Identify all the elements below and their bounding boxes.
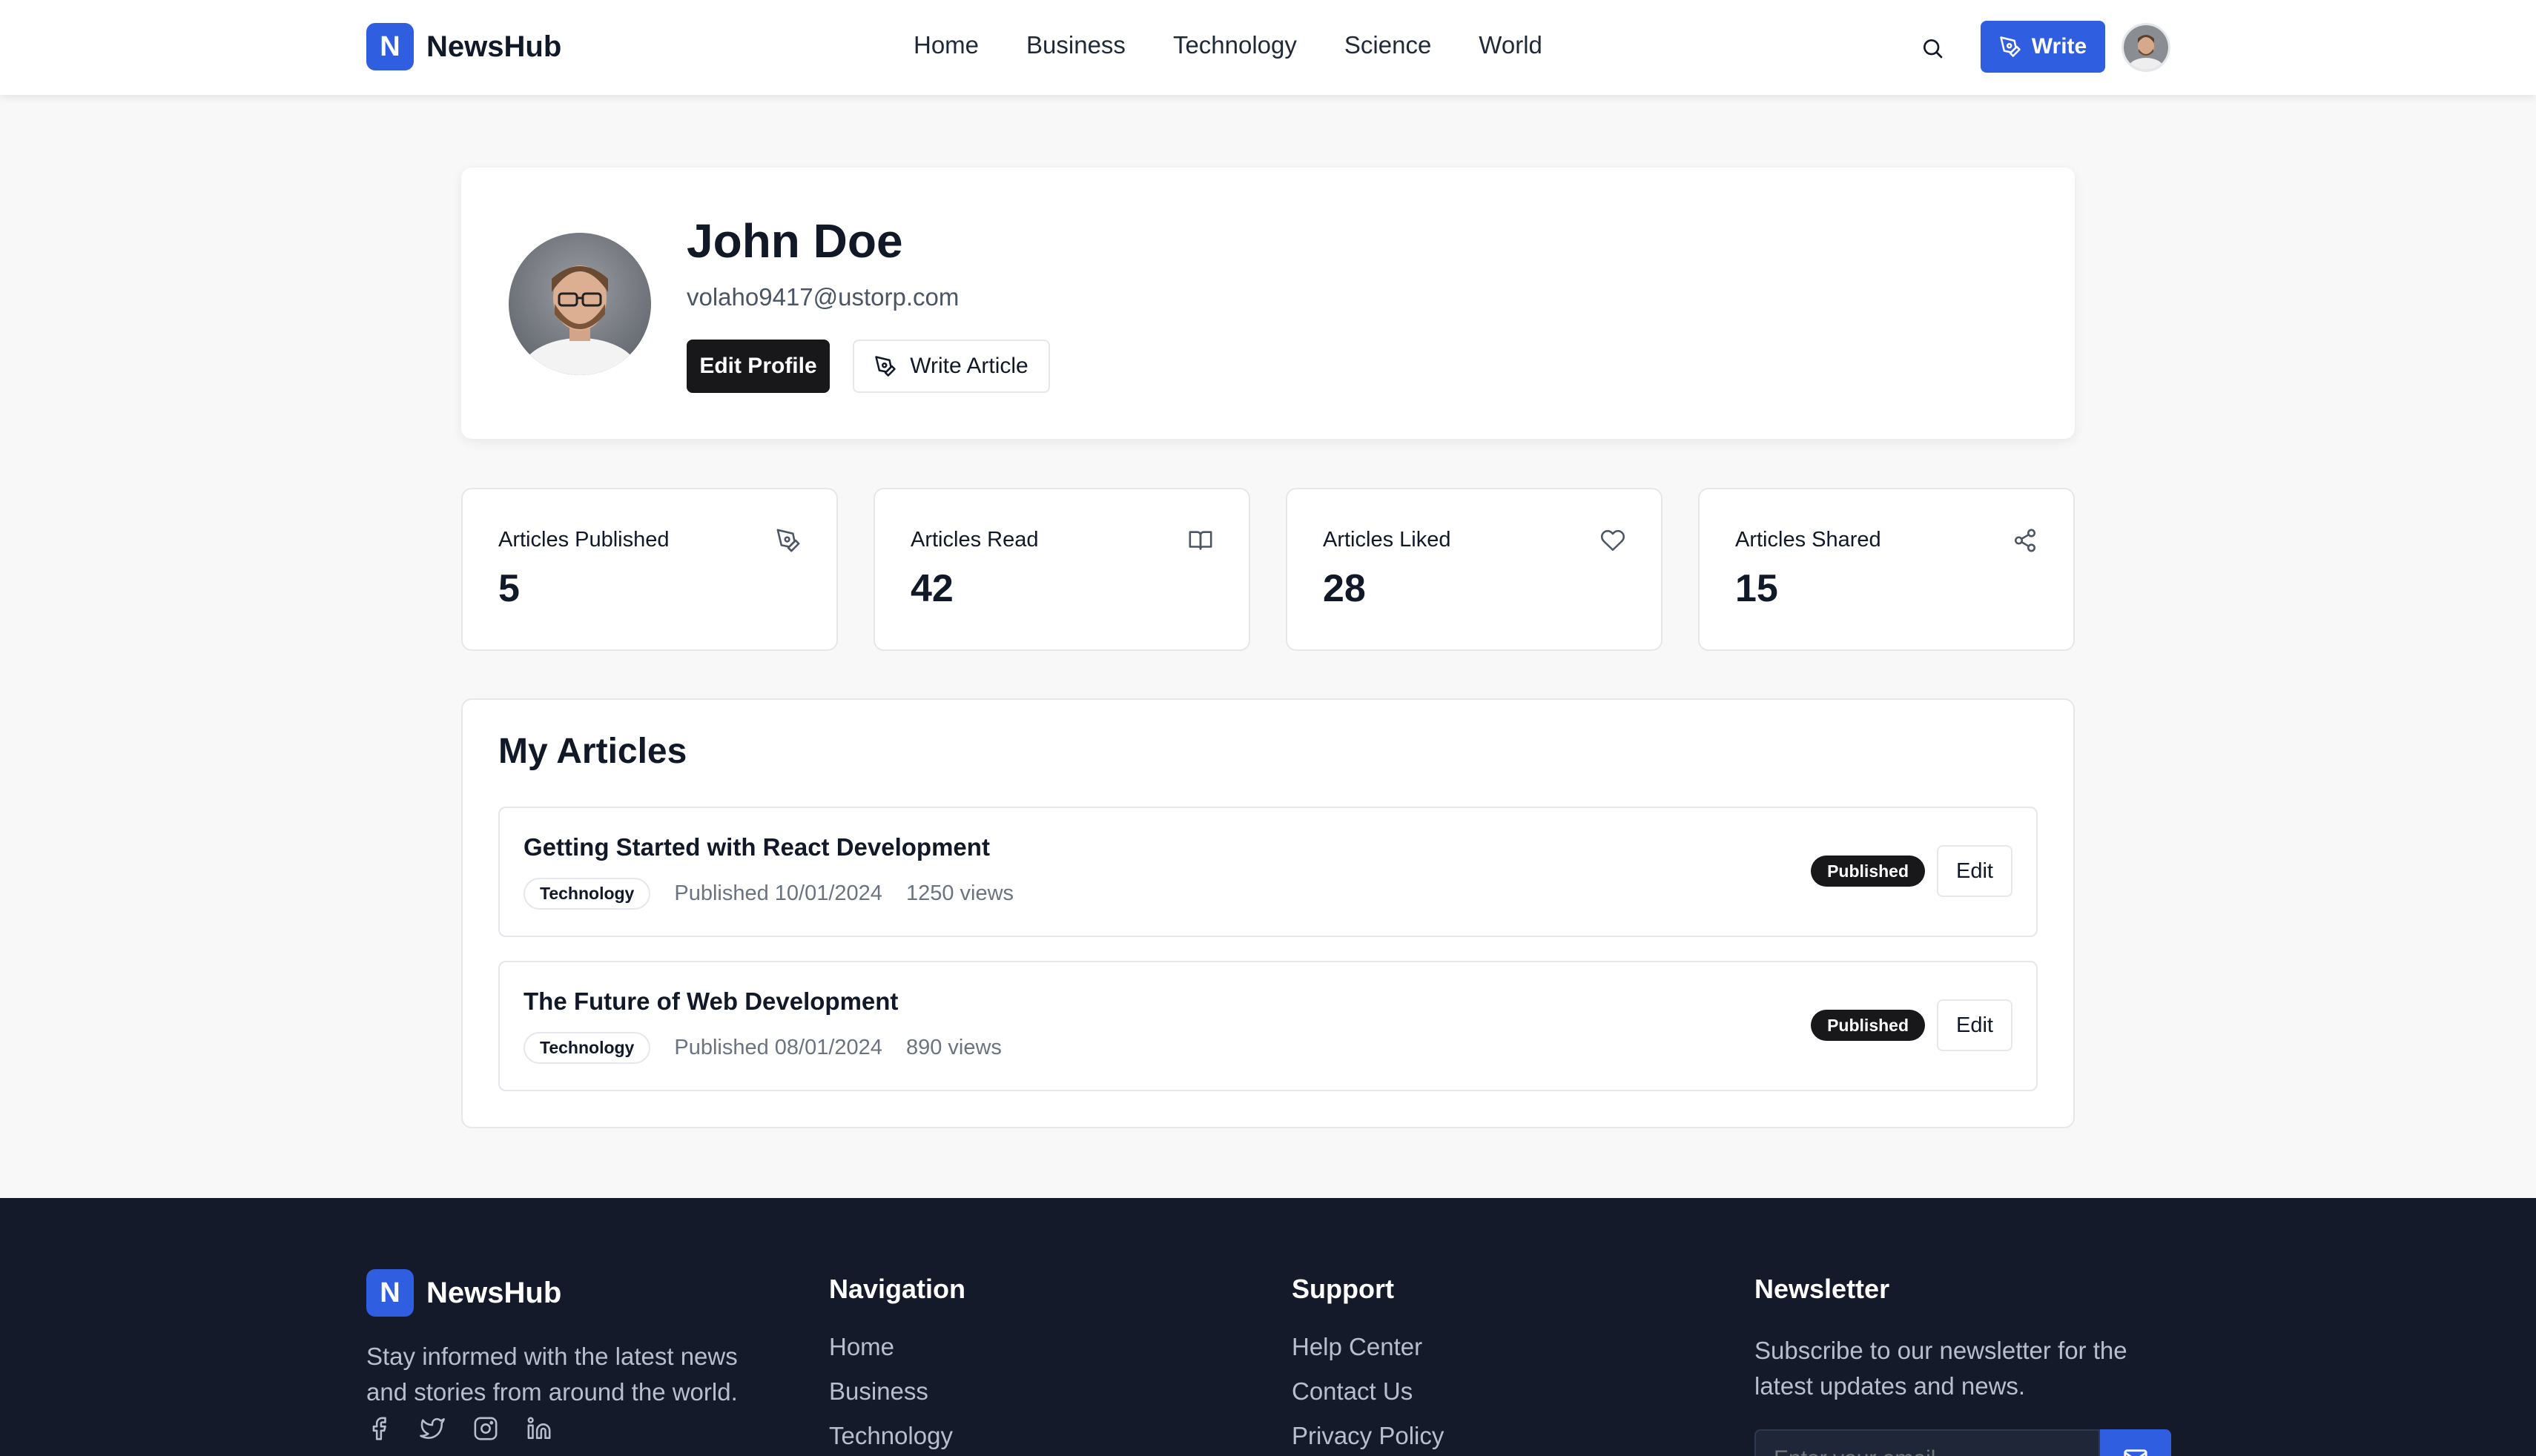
avatar-image [2124, 25, 2168, 70]
footer-heading: Navigation [829, 1274, 966, 1304]
nav-world[interactable]: World [1479, 31, 1542, 59]
top-header: N NewsHub Home Business Technology Scien… [0, 0, 2536, 95]
footer-link-technology[interactable]: Technology [829, 1422, 965, 1450]
section-title: My Articles [498, 732, 687, 771]
footer-link-contact-us[interactable]: Contact Us [1292, 1377, 1444, 1406]
published-date: Published 10/01/2024 [674, 881, 882, 905]
article-meta: Technology Published 08/01/2024 890 view… [524, 1032, 1002, 1064]
stat-articles-read: Articles Read 42 [874, 488, 1250, 651]
nav-science[interactable]: Science [1344, 31, 1431, 59]
published-date: Published 08/01/2024 [674, 1036, 882, 1059]
footer-navigation: Navigation Home Business Technology [829, 1274, 965, 1456]
profile-avatar [509, 233, 651, 375]
book-icon [1189, 531, 1212, 550]
write-button-label: Write [2031, 34, 2087, 59]
user-avatar[interactable] [2121, 23, 2170, 72]
search-icon [1924, 39, 1943, 59]
stat-value: 42 [911, 567, 954, 610]
footer-link-help-center[interactable]: Help Center [1292, 1333, 1444, 1361]
footer-description: Stay informed with the latest news and s… [366, 1343, 738, 1406]
write-article-label: Write Article [910, 354, 1028, 378]
heart-icon [1600, 529, 1625, 552]
stat-articles-liked: Articles Liked 28 [1286, 488, 1662, 651]
stat-label: Articles Read [911, 528, 1039, 552]
article-row[interactable]: The Future of Web Development Technology… [498, 961, 2038, 1091]
logo-badge: N [366, 23, 414, 70]
search-button[interactable] [1918, 33, 1947, 63]
profile-email: volaho9417@ustorp.com [687, 283, 960, 311]
logo-text: NewsHub [426, 1276, 562, 1309]
stat-value: 5 [498, 567, 520, 610]
stat-label: Articles Published [498, 528, 670, 552]
logo[interactable]: N NewsHub [366, 23, 561, 70]
twitter-icon[interactable] [420, 1416, 445, 1441]
footer-newsletter: Newsletter Subscribe to our newsletter f… [1754, 1274, 2170, 1404]
instagram-icon[interactable] [473, 1416, 498, 1441]
article-row[interactable]: Getting Started with React Development T… [498, 807, 2038, 937]
pen-icon [2000, 36, 2021, 57]
write-button[interactable]: Write [1981, 21, 2105, 73]
write-article-button[interactable]: Write Article [853, 340, 1050, 393]
main-nav: Home Business Technology Science World [914, 31, 1542, 59]
view-count: 1250 views [905, 881, 1014, 905]
status-badge: Published [1811, 856, 1925, 887]
category-tag: Technology [524, 1032, 651, 1064]
edit-profile-button[interactable]: Edit Profile [687, 340, 830, 393]
facebook-icon[interactable] [366, 1416, 392, 1441]
newsletter-email-input[interactable] [1754, 1429, 2100, 1456]
stat-label: Articles Liked [1323, 528, 1451, 552]
stat-value: 28 [1323, 567, 1366, 610]
nav-technology[interactable]: Technology [1173, 31, 1297, 59]
footer: N NewsHub Stay informed with the latest … [0, 1198, 2536, 1456]
newsletter-subscribe-button[interactable] [2100, 1429, 2171, 1456]
newsletter-text: Subscribe to our newsletter for the late… [1754, 1337, 2127, 1400]
stat-articles-shared: Articles Shared 15 [1698, 488, 2075, 651]
footer-heading: Newsletter [1754, 1274, 1890, 1304]
edit-article-button[interactable]: Edit [1937, 999, 2012, 1051]
linkedin-icon[interactable] [526, 1416, 552, 1441]
edit-article-button[interactable]: Edit [1937, 845, 2012, 897]
stat-label: Articles Shared [1735, 528, 1881, 552]
article-title[interactable]: The Future of Web Development [524, 987, 898, 1016]
pen-icon [875, 356, 896, 377]
profile-photo [509, 233, 651, 375]
article-title[interactable]: Getting Started with React Development [524, 833, 990, 861]
profile-card: John Doe volaho9417@ustorp.com Edit Prof… [461, 168, 2075, 439]
newsletter-form [1754, 1429, 2171, 1456]
nav-business[interactable]: Business [1026, 31, 1126, 59]
category-tag: Technology [524, 878, 651, 910]
article-meta: Technology Published 10/01/2024 1250 vie… [524, 878, 1014, 910]
pen-icon [776, 529, 800, 552]
status-badge: Published [1811, 1010, 1925, 1041]
footer-logo[interactable]: N NewsHub [366, 1269, 561, 1317]
logo-text: NewsHub [426, 30, 562, 63]
my-articles-card: My Articles Getting Started with React D… [461, 698, 2075, 1128]
mail-icon [2124, 1449, 2147, 1456]
footer-link-business[interactable]: Business [829, 1377, 965, 1406]
logo-badge: N [366, 1269, 414, 1317]
footer-support: Support Help Center Contact Us Privacy P… [1292, 1274, 1444, 1456]
footer-heading: Support [1292, 1274, 1394, 1304]
profile-name: John Doe [687, 214, 903, 268]
share-icon [2014, 529, 2036, 552]
stat-articles-published: Articles Published 5 [461, 488, 838, 651]
stat-value: 15 [1735, 567, 1778, 610]
footer-link-home[interactable]: Home [829, 1333, 965, 1361]
footer-link-privacy-policy[interactable]: Privacy Policy [1292, 1422, 1444, 1450]
nav-home[interactable]: Home [914, 31, 979, 59]
social-links [366, 1416, 552, 1441]
view-count: 890 views [905, 1036, 1002, 1059]
